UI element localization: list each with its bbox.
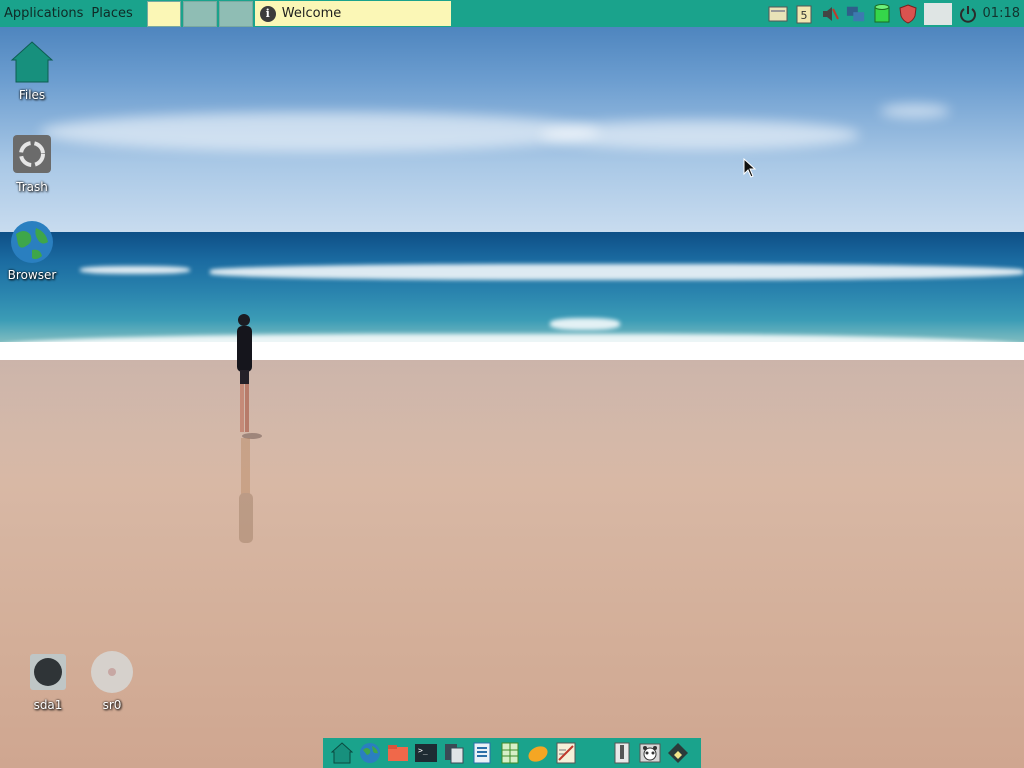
network-icon[interactable]: [846, 4, 866, 24]
clipboard-icon[interactable]: 5: [794, 4, 814, 24]
panda-icon[interactable]: [639, 742, 661, 764]
wallpaper-cloud: [40, 112, 600, 152]
taskbar-window-welcome[interactable]: i Welcome: [254, 1, 451, 26]
home-folder-icon: [10, 40, 54, 84]
workspace-3[interactable]: [218, 0, 253, 27]
wallpaper-cloud: [880, 104, 950, 118]
home-icon[interactable]: [331, 742, 353, 764]
desktop-icon-trash[interactable]: Trash: [0, 132, 64, 194]
desktop-icon-label: sr0: [102, 698, 122, 712]
globe-icon: [10, 220, 54, 264]
system-tray: 5 01:18: [765, 0, 1024, 27]
desktop-icon-browser[interactable]: Browser: [0, 220, 64, 282]
terminal-icon[interactable]: >_: [415, 742, 437, 764]
blank-tray-icon[interactable]: [923, 2, 952, 25]
hard-drive-icon: [26, 650, 70, 694]
desktop-icon-sda1[interactable]: sda1: [16, 650, 80, 712]
folder-icon[interactable]: [387, 742, 409, 764]
app-installer-icon[interactable]: [667, 742, 689, 764]
volume-muted-icon[interactable]: [820, 4, 840, 24]
file-manager-tray-icon[interactable]: [768, 4, 788, 24]
wallpaper-wet-sand: [0, 360, 1024, 480]
applications-menu[interactable]: Applications: [0, 0, 87, 27]
wave-foam: [550, 318, 620, 330]
person-reflection: [239, 438, 253, 543]
spreadsheet-icon[interactable]: [499, 742, 521, 764]
clock[interactable]: 01:18: [983, 6, 1020, 21]
svg-text:>_: >_: [418, 746, 428, 755]
wallpaper-cloud: [540, 120, 860, 150]
wave-foam: [80, 266, 190, 274]
dock-spacer: [583, 742, 605, 764]
desktop-icon-label: Files: [18, 88, 46, 102]
document-icon[interactable]: [471, 742, 493, 764]
mango-icon[interactable]: [527, 742, 549, 764]
taskbar-window-title: Welcome: [281, 6, 342, 21]
desktop-icon-files[interactable]: Files: [0, 40, 64, 102]
info-icon: i: [259, 5, 276, 22]
places-menu[interactable]: Places: [87, 0, 136, 27]
text-editor-icon[interactable]: [555, 742, 577, 764]
mouse-cursor: [743, 158, 757, 178]
usb-icon[interactable]: [611, 742, 633, 764]
desktop-icon-sr0[interactable]: sr0: [80, 650, 144, 712]
wave-foam: [210, 264, 1024, 280]
workspace-1[interactable]: [146, 0, 181, 27]
trash-icon: [10, 132, 54, 176]
database-icon[interactable]: [872, 3, 892, 24]
shield-icon[interactable]: [898, 3, 918, 24]
desktop-icon-label: Browser: [7, 268, 57, 282]
file-manager-icon[interactable]: [443, 742, 465, 764]
bottom-dock: >_: [323, 738, 701, 768]
power-icon[interactable]: [958, 4, 978, 24]
workspace-2[interactable]: [182, 0, 217, 27]
top-panel: Applications Places i Welcome 5 01:18: [0, 0, 1024, 27]
wallpaper-sea: [0, 232, 1024, 342]
optical-disc-icon: [90, 650, 134, 694]
browser-icon[interactable]: [359, 742, 381, 764]
desktop-icon-label: Trash: [16, 180, 48, 194]
desktop-wallpaper: [0, 0, 1024, 768]
desktop-icon-label: sda1: [33, 698, 63, 712]
svg-text:5: 5: [800, 9, 807, 22]
person-silhouette: [237, 314, 262, 439]
